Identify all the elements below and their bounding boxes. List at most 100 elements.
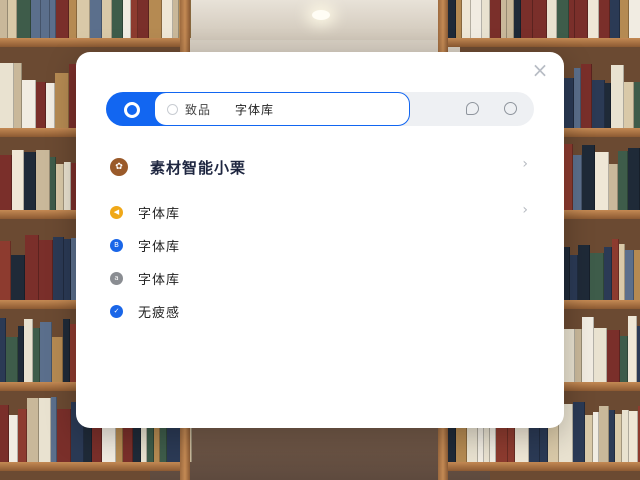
chevron-right-icon: › [522, 202, 528, 218]
book-spine [25, 235, 39, 300]
book-spine [592, 80, 605, 128]
book-spine [471, 0, 482, 38]
book-spine [634, 82, 640, 128]
list-item[interactable]: ✓ 无疲感 [106, 298, 534, 324]
book-spine [594, 328, 607, 382]
book-spine [624, 82, 634, 128]
book-spine [24, 152, 36, 210]
chevron-right-icon: › [522, 156, 528, 172]
list-item[interactable]: B 字体库 [106, 232, 534, 258]
book-spine [112, 0, 123, 38]
book-spine [612, 239, 619, 300]
book-spine [582, 317, 594, 382]
book-spine [131, 0, 138, 38]
book-spine [574, 68, 581, 128]
book-spine [611, 65, 624, 128]
settings-icon[interactable] [504, 102, 517, 115]
book-spine [63, 319, 70, 382]
close-button[interactable]: × [530, 60, 550, 80]
book-spine [570, 255, 578, 300]
search-icon [167, 104, 178, 115]
book-spine [618, 151, 628, 210]
book-spine [57, 409, 71, 462]
app-icon: ✿ [110, 158, 128, 176]
play-icon: ◀ [110, 206, 123, 219]
book-spine [39, 240, 53, 300]
book-spine [575, 0, 588, 38]
book-spine [39, 398, 51, 462]
book-spine [604, 247, 612, 300]
list-item-label: 无疲感 [138, 306, 181, 321]
book-spine [0, 63, 14, 128]
book-spine [52, 337, 63, 382]
book-spine [595, 152, 609, 210]
book-spine [557, 0, 569, 38]
book-spine [8, 0, 17, 38]
book-spine [482, 0, 490, 38]
book-spine [40, 322, 52, 382]
check-icon: ✓ [110, 305, 123, 318]
book-spine [9, 415, 18, 462]
book-spine [77, 0, 90, 38]
book-spine [149, 0, 162, 38]
list-item-label: 字体库 [138, 240, 181, 255]
book-spine [33, 328, 40, 382]
book-spine [575, 329, 582, 382]
book-spine [12, 150, 24, 210]
book-spine [590, 253, 604, 300]
book-spine [0, 0, 8, 38]
search-query: 字体库 [235, 103, 275, 117]
book-spine [36, 150, 50, 210]
book-spine [582, 145, 595, 210]
book-spine [64, 162, 71, 210]
book-spine [6, 337, 18, 382]
book-spine [64, 239, 71, 300]
search-prefix: 致品 [185, 103, 212, 117]
book-spine [56, 164, 64, 210]
font-icon: a [110, 272, 123, 285]
book-spine [564, 329, 575, 382]
book-spine [521, 0, 533, 38]
book-spine [588, 0, 599, 38]
book-spine [610, 0, 620, 38]
book-spine [22, 80, 36, 128]
book-spine [609, 164, 618, 210]
book-spine [563, 144, 573, 210]
ceiling-light [312, 10, 330, 20]
book-spine [0, 405, 9, 462]
book-spine [507, 0, 514, 38]
chat-icon[interactable] [466, 102, 479, 115]
font-icon: B [110, 239, 123, 252]
list-item[interactable]: ◀ 字体库 › [106, 199, 534, 225]
book-spine [55, 73, 69, 128]
book-spine [599, 0, 610, 38]
book-spine [56, 0, 69, 38]
book-spine [24, 319, 33, 382]
book-spine [514, 0, 521, 38]
book-spine [102, 0, 112, 38]
book-spine [41, 0, 50, 38]
book-spine [53, 237, 64, 300]
shelf-plank [438, 462, 640, 471]
search-bar: 致品 字体库 [106, 92, 534, 126]
section-title: 素材智能小栗 [150, 159, 247, 177]
section-header[interactable]: ✿ 素材智能小栗 › [106, 152, 534, 182]
shelf-row [438, 0, 640, 38]
search-dialog: × 致品 字体库 ✿ 素材智能小栗 › ◀ 字体库 › B 字体库 a 字体库 … [76, 52, 564, 428]
shelf-plank [0, 38, 190, 47]
book-spine [14, 63, 22, 128]
book-spine [622, 410, 629, 462]
book-spine [138, 0, 149, 38]
book-spine [573, 402, 585, 462]
list-item[interactable]: a 字体库 [106, 265, 534, 291]
search-input[interactable]: 致品 字体库 [154, 92, 410, 126]
book-spine [162, 0, 173, 38]
circle-icon [124, 102, 140, 118]
book-spine [17, 0, 31, 38]
book-spine [123, 0, 131, 38]
book-spine [615, 414, 622, 462]
book-spine [607, 330, 620, 382]
book-spine [448, 0, 456, 38]
book-spine [585, 415, 593, 462]
book-spine [46, 83, 55, 128]
